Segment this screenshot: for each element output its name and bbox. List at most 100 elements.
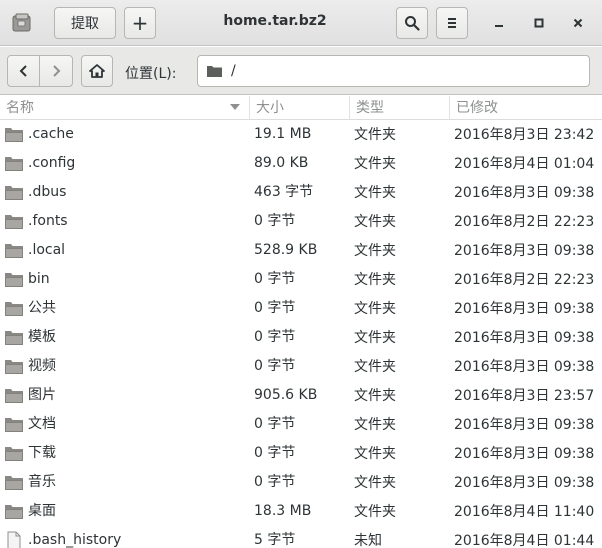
column-header-type-label: 类型 — [356, 100, 384, 116]
file-row[interactable]: 模板 0 字节 文件夹 2016年8月3日 09:38 — [0, 324, 602, 353]
file-row[interactable]: .config 89.0 KB 文件夹 2016年8月4日 01:04 — [0, 150, 602, 179]
file-name: 模板 — [28, 329, 56, 345]
file-row[interactable]: 图片 905.6 KB 文件夹 2016年8月3日 23:57 — [0, 382, 602, 411]
search-button[interactable] — [396, 7, 428, 39]
file-name: 桌面 — [28, 503, 56, 519]
file-list: .cache 19.1 MB 文件夹 2016年8月3日 23:42 .config 89… — [0, 121, 602, 548]
sort-down-icon — [230, 104, 240, 110]
folder-icon — [5, 157, 23, 171]
hamburger-menu-icon — [448, 18, 456, 28]
file-modified: 2016年8月3日 09:38 — [454, 330, 595, 346]
file-name: 公共 — [28, 300, 56, 316]
minimize-button[interactable] — [487, 11, 511, 35]
file-type: 文件夹 — [354, 388, 396, 404]
folder-icon — [5, 447, 23, 461]
file-name: bin — [28, 271, 50, 287]
file-name: 文档 — [28, 416, 56, 432]
file-modified: 2016年8月3日 23:42 — [454, 127, 595, 143]
file-row[interactable]: .fonts 0 字节 文件夹 2016年8月2日 22:23 — [0, 208, 602, 237]
file-name: 下载 — [28, 445, 56, 461]
file-name: 图片 — [28, 387, 56, 403]
location-label: 位置(L): — [125, 66, 177, 82]
file-name: 视频 — [28, 358, 56, 374]
folder-icon — [5, 186, 23, 200]
file-name: .dbus — [28, 184, 67, 200]
location-entry[interactable]: / — [197, 55, 590, 87]
file-size: 0 字节 — [254, 329, 296, 345]
file-type: 文件夹 — [354, 272, 396, 288]
file-size: 0 字节 — [254, 213, 296, 229]
file-size: 528.9 KB — [254, 242, 318, 258]
folder-icon — [5, 360, 23, 374]
column-header-name[interactable]: 名称 — [0, 96, 249, 120]
file-icon — [7, 531, 21, 548]
file-row[interactable]: 音乐 0 字节 文件夹 2016年8月3日 09:38 — [0, 469, 602, 498]
file-type: 文件夹 — [354, 359, 396, 375]
file-row[interactable]: 公共 0 字节 文件夹 2016年8月3日 09:38 — [0, 295, 602, 324]
file-modified: 2016年8月3日 09:38 — [454, 185, 595, 201]
column-header-size[interactable]: 大小 — [249, 96, 349, 120]
add-files-button[interactable]: + — [124, 7, 156, 39]
file-modified: 2016年8月3日 09:38 — [454, 359, 595, 375]
column-header-modified[interactable]: 已修改 — [449, 96, 602, 120]
folder-icon — [207, 66, 222, 77]
header-bar: 提取 + home.tar.bz2 — [0, 0, 602, 46]
file-modified: 2016年8月3日 09:38 — [454, 417, 595, 433]
file-size: 0 字节 — [254, 474, 296, 490]
file-row[interactable]: .dbus 463 字节 文件夹 2016年8月3日 09:38 — [0, 179, 602, 208]
file-type: 文件夹 — [354, 214, 396, 230]
file-size: 5 字节 — [254, 532, 296, 548]
file-type: 文件夹 — [354, 185, 396, 201]
file-type: 文件夹 — [354, 127, 396, 143]
file-modified: 2016年8月4日 01:04 — [454, 156, 595, 172]
column-headers: 名称 大小 类型 已修改 — [0, 96, 602, 120]
file-type: 文件夹 — [354, 330, 396, 346]
file-name: .bash_history — [28, 532, 122, 548]
archive-manager-icon — [12, 13, 31, 32]
home-icon — [89, 64, 105, 78]
folder-icon — [5, 244, 23, 258]
folder-icon — [5, 215, 23, 229]
file-modified: 2016年8月3日 09:38 — [454, 475, 595, 491]
add-files-button-label: + — [131, 11, 149, 35]
forward-button[interactable] — [40, 56, 72, 86]
file-size: 19.1 MB — [254, 126, 312, 142]
chevron-right-icon — [53, 65, 61, 77]
file-name: .cache — [28, 126, 74, 142]
file-row[interactable]: 桌面 18.3 MB 文件夹 2016年8月4日 11:40 — [0, 498, 602, 527]
extract-button[interactable]: 提取 — [54, 7, 116, 39]
file-size: 0 字节 — [254, 416, 296, 432]
file-type: 文件夹 — [354, 417, 396, 433]
file-name: 音乐 — [28, 474, 56, 490]
file-modified: 2016年8月3日 09:38 — [454, 243, 595, 259]
maximize-icon — [534, 18, 544, 28]
file-row[interactable]: bin 0 字节 文件夹 2016年8月2日 22:23 — [0, 266, 602, 295]
home-button[interactable] — [81, 55, 113, 87]
folder-icon — [5, 505, 23, 519]
file-row[interactable]: 视频 0 字节 文件夹 2016年8月3日 09:38 — [0, 353, 602, 382]
file-modified: 2016年8月4日 11:40 — [454, 504, 595, 520]
close-button[interactable] — [566, 11, 590, 35]
file-row[interactable]: .cache 19.1 MB 文件夹 2016年8月3日 23:42 — [0, 121, 602, 150]
file-row[interactable]: 文档 0 字节 文件夹 2016年8月3日 09:38 — [0, 411, 602, 440]
column-header-name-label: 名称 — [6, 100, 34, 116]
file-row[interactable]: .local 528.9 KB 文件夹 2016年8月3日 09:38 — [0, 237, 602, 266]
file-row[interactable]: .bash_history 5 字节 未知 2016年8月4日 01:44 — [0, 527, 602, 548]
column-header-size-label: 大小 — [256, 100, 284, 116]
folder-icon — [5, 418, 23, 432]
folder-icon — [5, 389, 23, 403]
chevron-left-icon — [19, 65, 27, 77]
folder-icon — [5, 476, 23, 490]
file-type: 文件夹 — [354, 243, 396, 259]
file-type: 文件夹 — [354, 156, 396, 172]
file-modified: 2016年8月3日 23:57 — [454, 388, 595, 404]
menu-button[interactable] — [436, 7, 468, 39]
maximize-button[interactable] — [527, 11, 551, 35]
file-modified: 2016年8月3日 09:38 — [454, 301, 595, 317]
file-modified: 2016年8月3日 09:38 — [454, 446, 595, 462]
file-size: 463 字节 — [254, 184, 314, 200]
column-header-type[interactable]: 类型 — [349, 96, 449, 120]
back-button[interactable] — [8, 56, 41, 86]
file-size: 18.3 MB — [254, 503, 312, 519]
file-row[interactable]: 下载 0 字节 文件夹 2016年8月3日 09:38 — [0, 440, 602, 469]
